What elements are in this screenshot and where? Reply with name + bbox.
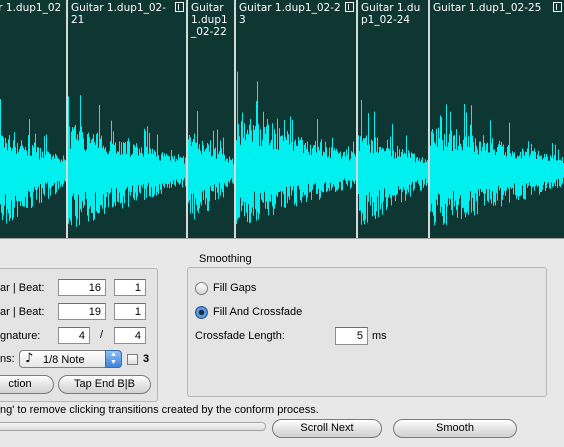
sig-separator: / — [100, 329, 104, 341]
waveform-path — [430, 104, 564, 226]
popup-arrows-icon: ▲ ▼ — [105, 350, 122, 368]
region-02-20[interactable]: Guitar 1.dup1_02-20 — [0, 0, 68, 238]
waveform-strip[interactable]: Guitar 1.dup1_02-20 Guitar 1.dup1_02-21 … — [0, 0, 564, 238]
sig-numerator-field[interactable]: 4 — [58, 327, 90, 344]
smooth-button[interactable]: Smooth — [393, 419, 517, 438]
progress-bar — [0, 422, 266, 431]
time-signature-label: gnature: — [0, 330, 41, 342]
region-02-22[interactable]: Guitar 1.dup1_02-22 — [188, 0, 236, 238]
fill-gaps-radio[interactable] — [195, 282, 208, 295]
waveform-path — [188, 111, 234, 220]
tap-end-button[interactable]: Tap End B|B — [58, 375, 151, 394]
start-bar-field[interactable]: 16 — [58, 279, 106, 296]
triplet-label: 3 — [143, 353, 150, 365]
region-label: Guitar 1.dup1_02-23 — [239, 2, 341, 26]
region-label: Guitar 1.dup1_02-20 — [0, 2, 62, 14]
status-text: ng' to remove clicking transitions creat… — [0, 404, 319, 416]
crossfade-length-label: Crossfade Length: — [195, 330, 285, 342]
region-label: Guitar 1.dup1_02-24 — [361, 2, 421, 26]
end-beat-field[interactable]: 1 — [114, 303, 146, 320]
region-lock-icon[interactable] — [553, 2, 562, 12]
set-from-selection-button[interactable]: ction — [0, 375, 54, 394]
region-02-21[interactable]: Guitar 1.dup1_02-21 — [68, 0, 188, 238]
note-value-text: 1/8 Note — [43, 354, 85, 366]
waveform-02-21 — [68, 95, 186, 227]
start-beat-field[interactable]: 1 — [114, 279, 146, 296]
region-02-24[interactable]: Guitar 1.dup1_02-24 — [358, 0, 430, 238]
positions-label: ns: — [0, 353, 15, 365]
region-lock-icon[interactable] — [345, 2, 354, 12]
region-lock-icon[interactable] — [175, 2, 184, 12]
waveform-02-25 — [430, 104, 564, 226]
note-value-popup[interactable]: ♪ 1/8 Note ▲ ▼ — [19, 350, 122, 368]
waveform-02-20 — [0, 99, 66, 224]
fill-gaps-label[interactable]: Fill Gaps — [213, 282, 256, 294]
waveform-path — [236, 71, 356, 224]
region-02-25[interactable]: Guitar 1.dup1_02-25 — [430, 0, 564, 238]
crossfade-length-field[interactable]: 5 — [335, 327, 368, 345]
smoothing-title: Smoothing — [199, 253, 252, 265]
scroll-next-button[interactable]: Scroll Next — [272, 419, 382, 438]
fill-and-crossfade-label[interactable]: Fill And Crossfade — [213, 306, 302, 318]
fill-and-crossfade-radio[interactable] — [195, 306, 208, 319]
waveform-path — [358, 99, 428, 225]
waveform-02-22 — [188, 111, 234, 220]
region-label: Guitar 1.dup1_02-25 — [433, 2, 542, 14]
eighth-note-icon: ♪ — [25, 351, 34, 366]
conform-panel: ar | Beat: 16 1 ar | Beat: 19 1 gnature:… — [0, 238, 564, 447]
end-bar-field[interactable]: 19 — [58, 303, 106, 320]
end-bar-beat-label: ar | Beat: — [0, 306, 45, 318]
region-02-23[interactable]: Guitar 1.dup1_02-23 — [236, 0, 358, 238]
start-bar-beat-label: ar | Beat: — [0, 282, 45, 294]
triplet-checkbox[interactable] — [127, 354, 138, 365]
waveform-path — [0, 99, 66, 224]
crossfade-unit-label: ms — [372, 330, 387, 342]
waveform-path — [68, 95, 186, 227]
waveform-02-24 — [358, 99, 428, 225]
region-label: Guitar 1.dup1_02-21 — [71, 2, 166, 26]
waveform-02-23 — [236, 71, 356, 224]
region-label: Guitar 1.dup1_02-22 — [191, 2, 228, 38]
sig-denominator-field[interactable]: 4 — [114, 327, 146, 344]
